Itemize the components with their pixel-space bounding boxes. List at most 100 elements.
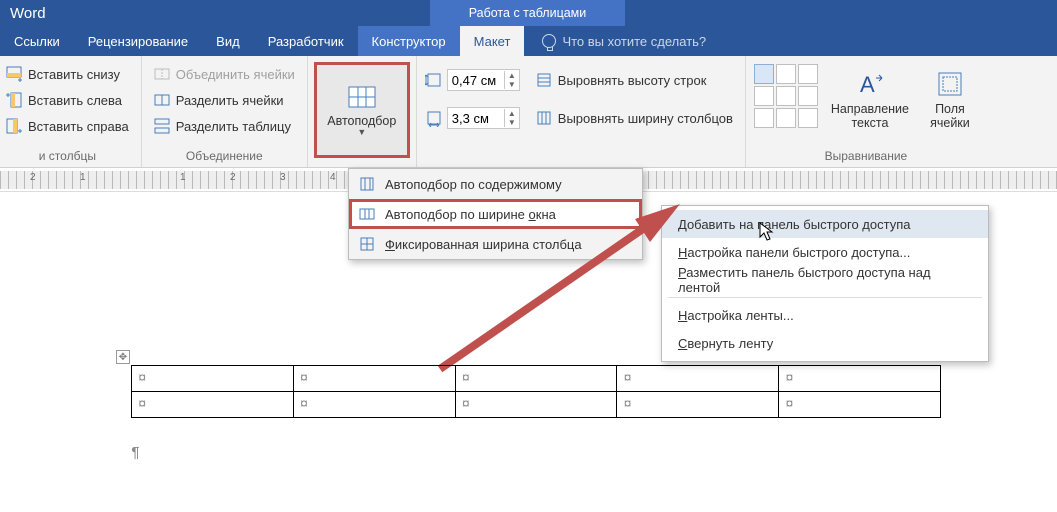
document-table[interactable]: ¤ ¤ ¤ ¤ ¤ ¤ ¤ ¤ ¤ ¤	[131, 365, 941, 418]
alignment-grid	[754, 64, 818, 128]
ruler-tick: 2	[30, 172, 36, 183]
svg-text:A: A	[860, 72, 875, 97]
spin-up-icon[interactable]: ▲	[505, 109, 519, 118]
qat-below-ribbon-item[interactable]: Разместить панель быстрого доступа над л…	[662, 266, 988, 294]
table-cell[interactable]: ¤	[132, 366, 294, 392]
ruler-tick: 1	[80, 172, 86, 183]
row-height-value[interactable]	[448, 73, 504, 88]
tab-table-layout[interactable]: Макет	[460, 26, 525, 56]
autofit-contents-icon	[359, 176, 375, 192]
autofit-label: Автоподбор	[327, 114, 396, 128]
table-cell[interactable]: ¤	[293, 392, 455, 418]
merge-cells-button[interactable]: Объединить ячейки	[150, 62, 299, 86]
collapse-ribbon-label: Свернуть ленту	[678, 336, 773, 351]
align-top-left[interactable]	[754, 64, 774, 84]
split-cells-button[interactable]: Разделить ячейки	[150, 88, 299, 112]
align-bot-center[interactable]	[776, 108, 796, 128]
distribute-rows-icon	[536, 72, 552, 88]
table-row[interactable]: ¤ ¤ ¤ ¤ ¤	[132, 392, 941, 418]
insert-below-button[interactable]: Вставить снизу	[2, 62, 133, 86]
spin-down-icon[interactable]: ▼	[505, 80, 519, 89]
autofit-window-icon	[359, 206, 375, 222]
title-bar: Word Работа с таблицами	[0, 0, 1057, 26]
insert-left-button[interactable]: Вставить слева	[2, 88, 133, 112]
align-top-center[interactable]	[776, 64, 796, 84]
merge-cells-label: Объединить ячейки	[176, 67, 295, 82]
cell-margins-icon	[936, 70, 964, 98]
insert-below-label: Вставить снизу	[28, 67, 120, 82]
context-menu: Добавить на панель быстрого доступа Наст…	[661, 205, 989, 362]
col-width-icon	[425, 109, 443, 127]
table-move-handle[interactable]: ✥	[116, 350, 130, 364]
insert-right-button[interactable]: Вставить справа	[2, 114, 133, 138]
tell-me[interactable]: Что вы хотите сделать?	[524, 26, 706, 56]
autofit-dropdown: Автоподбор по содержимому Автоподбор по …	[348, 168, 643, 260]
spin-up-icon[interactable]: ▲	[505, 71, 519, 80]
spin-down-icon[interactable]: ▼	[505, 118, 519, 127]
ruler-tick: 1	[180, 172, 186, 183]
fixed-width-item[interactable]: Фиксированная ширина столбца	[349, 229, 642, 259]
split-table-icon	[154, 118, 170, 134]
customize-qat-label: Настройка панели быстрого доступа...	[678, 245, 910, 260]
autofit-contents-item[interactable]: Автоподбор по содержимому	[349, 169, 642, 199]
align-mid-center[interactable]	[776, 86, 796, 106]
table-cell[interactable]: ¤	[779, 392, 941, 418]
table-cell[interactable]: ¤	[779, 366, 941, 392]
split-table-button[interactable]: Разделить таблицу	[150, 114, 299, 138]
ribbon: Вставить снизу Вставить слева Вставить с…	[0, 56, 1057, 168]
table-row[interactable]: ¤ ¤ ¤ ¤ ¤	[132, 366, 941, 392]
table-cell[interactable]: ¤	[455, 392, 617, 418]
align-mid-right[interactable]	[798, 86, 818, 106]
autofit-window-label: Автоподбор по ширине окна	[385, 207, 556, 222]
add-to-qat-label: Добавить на панель быстрого доступа	[678, 217, 911, 232]
distribute-rows-button[interactable]: Выровнять высоту строк	[532, 68, 711, 92]
customize-ribbon-item[interactable]: Настройка ленты...	[662, 301, 988, 329]
table-cell[interactable]: ¤	[132, 392, 294, 418]
merge-cells-icon	[154, 66, 170, 82]
insert-right-icon	[6, 118, 22, 134]
col-width-value[interactable]	[448, 111, 504, 126]
ruler-tick: 3	[280, 172, 286, 183]
tab-review[interactable]: Рецензирование	[74, 26, 202, 56]
distribute-cols-button[interactable]: Выровнять ширину столбцов	[532, 106, 737, 130]
align-bot-left[interactable]	[754, 108, 774, 128]
group-cell-size: ▲▼ Выровнять высоту строк ▲▼	[417, 56, 746, 167]
insert-left-icon	[6, 92, 22, 108]
cell-margins-button[interactable]: Поля ячейки	[922, 64, 978, 131]
align-top-right[interactable]	[798, 64, 818, 84]
group-rows-columns-label: и столбцы	[2, 149, 133, 165]
table-cell[interactable]: ¤	[617, 366, 779, 392]
tab-references[interactable]: Ссылки	[0, 26, 74, 56]
autofit-window-item[interactable]: Автоподбор по ширине окна	[349, 199, 642, 229]
customize-ribbon-label: Настройка ленты...	[678, 308, 794, 323]
lightbulb-icon	[542, 34, 556, 48]
tab-developer[interactable]: Разработчик	[254, 26, 358, 56]
customize-qat-item[interactable]: Настройка панели быстрого доступа...	[662, 238, 988, 266]
table-cell[interactable]: ¤	[617, 392, 779, 418]
text-direction-button[interactable]: A Направление текста	[828, 64, 912, 131]
col-width-input[interactable]: ▲▼	[447, 107, 520, 129]
ribbon-tabs: Ссылки Рецензирование Вид Разработчик Ко…	[0, 26, 1057, 56]
row-height-input[interactable]: ▲▼	[447, 69, 520, 91]
text-direction-icon: A	[856, 70, 884, 98]
tab-view[interactable]: Вид	[202, 26, 254, 56]
add-to-qat-item[interactable]: Добавить на панель быстрого доступа	[662, 210, 988, 238]
split-cells-label: Разделить ячейки	[176, 93, 284, 108]
align-mid-left[interactable]	[754, 86, 774, 106]
autofit-split-button[interactable]: Автоподбор ▼	[314, 62, 410, 158]
contextual-tab-title: Работа с таблицами	[430, 0, 625, 26]
tab-table-design[interactable]: Конструктор	[358, 26, 460, 56]
collapse-ribbon-item[interactable]: Свернуть ленту	[662, 329, 988, 357]
tell-me-placeholder: Что вы хотите сделать?	[562, 34, 706, 49]
row-height-icon	[425, 71, 443, 89]
align-bot-right[interactable]	[798, 108, 818, 128]
group-alignment: A Направление текста Поля ячейки Выравни…	[746, 56, 986, 167]
group-cell-size-label	[425, 149, 737, 165]
table-cell[interactable]: ¤	[455, 366, 617, 392]
app-name: Word	[0, 5, 46, 22]
group-autofit: Автоподбор ▼	[308, 56, 417, 167]
distribute-cols-label: Выровнять ширину столбцов	[558, 111, 733, 126]
ruler-tick: 4	[330, 172, 336, 183]
table-cell[interactable]: ¤	[293, 366, 455, 392]
cell-margins-label: Поля ячейки	[922, 102, 978, 131]
